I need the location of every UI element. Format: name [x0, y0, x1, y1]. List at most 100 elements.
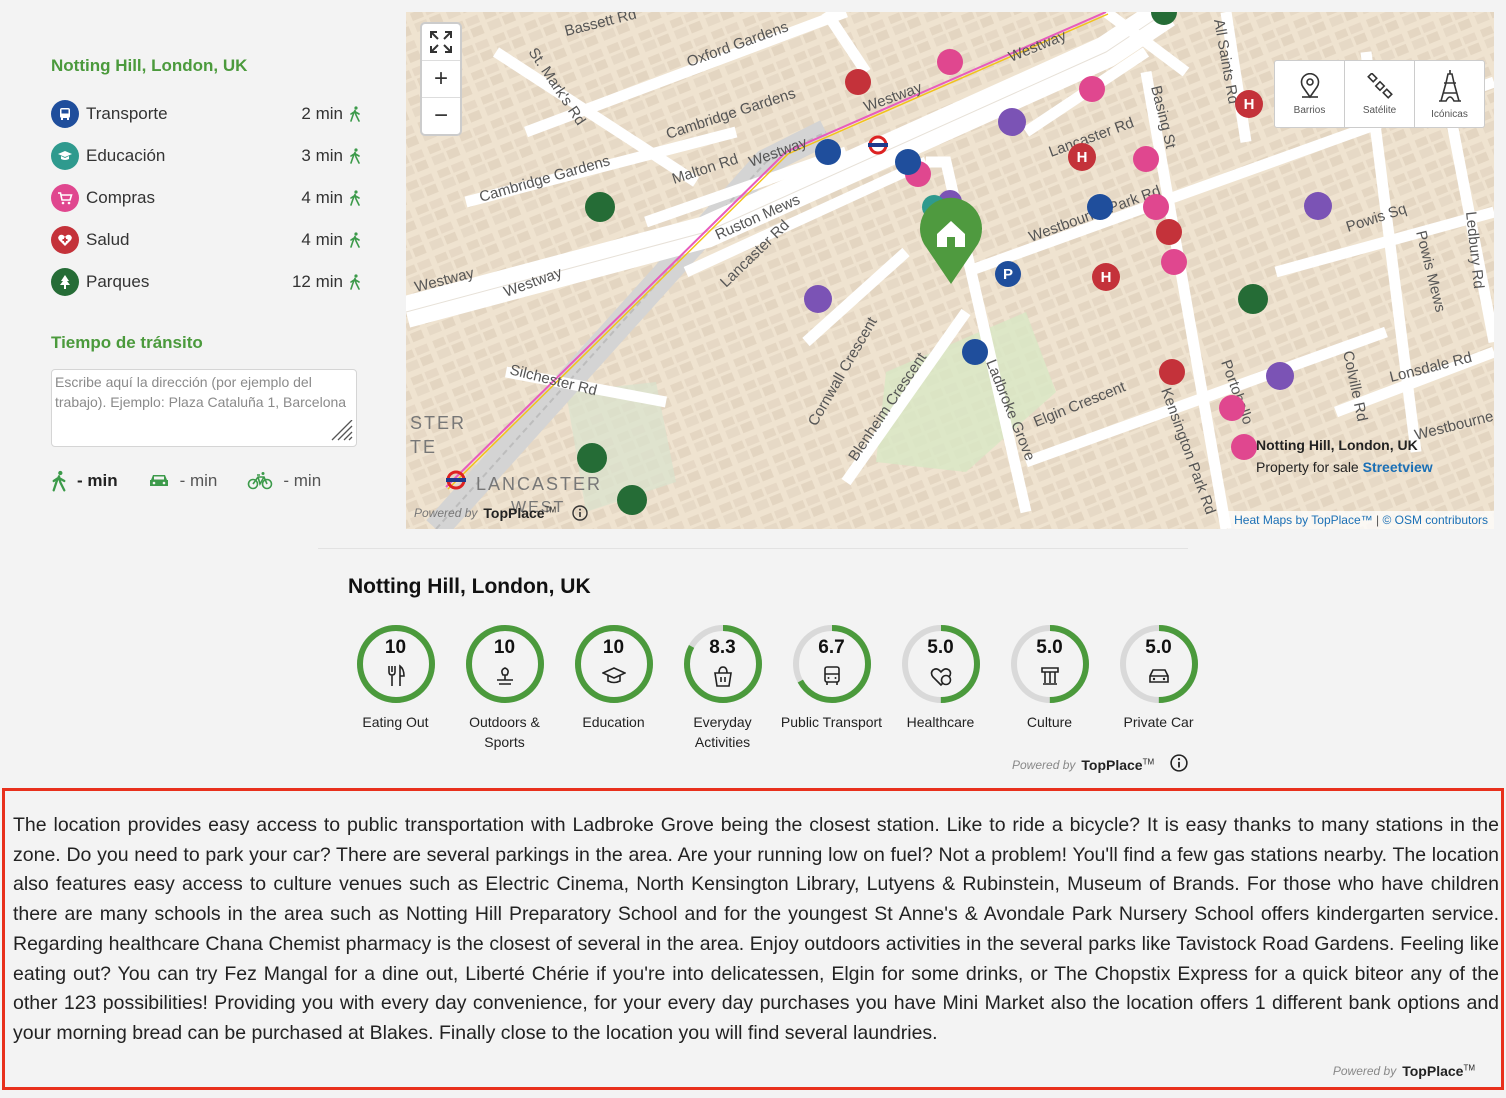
- car-icon: [1148, 669, 1169, 683]
- poi-list: Transporte 2 min Educación 3 min Compras…: [51, 93, 361, 303]
- bike-time: - min: [283, 471, 322, 490]
- description-box: The location provides easy access to pub…: [2, 788, 1504, 1090]
- score-label: Culture: [1026, 714, 1073, 730]
- score-culture[interactable]: 5.0 Culture: [995, 623, 1104, 752]
- score-education[interactable]: 10 Education: [559, 623, 668, 752]
- transit-times: - min - min - min: [51, 470, 361, 492]
- svg-text:H: H: [1101, 269, 1112, 286]
- poi-label: Parques: [86, 272, 150, 291]
- divider: [318, 548, 1188, 549]
- score-value: 5.0: [1036, 637, 1063, 658]
- transit-bike[interactable]: - min: [247, 471, 321, 491]
- poi-row-parques[interactable]: Parques 12 min: [51, 261, 361, 303]
- walking-icon: [349, 190, 361, 206]
- osm-link[interactable]: © OSM contributors: [1382, 513, 1488, 527]
- streetview-link[interactable]: Streetview: [1363, 459, 1433, 475]
- poi-row-transporte[interactable]: Transporte 2 min: [51, 93, 361, 135]
- poi-time: 2 min: [301, 104, 343, 123]
- score-everyday[interactable]: 8.3 Everyday Activities: [668, 623, 777, 752]
- score-value: 10: [602, 637, 625, 658]
- poi-time: 4 min: [301, 188, 343, 207]
- layer-label: Barrios: [1293, 104, 1326, 116]
- brand-name: TopPlace: [1081, 757, 1143, 773]
- layer-barrios[interactable]: Barrios: [1275, 61, 1345, 127]
- score-private-car[interactable]: 5.0 Private Car: [1104, 623, 1213, 752]
- score-value: 8.3: [709, 637, 736, 658]
- score-list: 10 Eating Out 10 Outdoors & Sports 10 Ed…: [341, 623, 1213, 752]
- poi-time: 3 min: [301, 146, 343, 165]
- description-powered-by: Powered by TopPlaceTM: [1333, 1063, 1475, 1079]
- svg-text:H: H: [1244, 96, 1255, 113]
- layer-iconicas[interactable]: Icónicas: [1415, 61, 1484, 127]
- address-input[interactable]: [51, 369, 357, 447]
- area-label: TE: [410, 437, 437, 457]
- score-label: Eating Out: [362, 714, 429, 730]
- svg-text:H: H: [1077, 149, 1088, 166]
- score-value: 5.0: [927, 637, 954, 658]
- tree-icon: [51, 268, 79, 296]
- brand-tm: TM: [544, 505, 557, 515]
- area-label: LANCASTER: [476, 474, 602, 494]
- score-ring: 5.0: [900, 623, 982, 705]
- eiffel-tower-icon: [1438, 69, 1461, 102]
- score-healthcare[interactable]: 5.0 Healthcare: [886, 623, 995, 752]
- brand-name: TopPlace: [1402, 1063, 1464, 1079]
- walk-time: - min: [77, 471, 118, 490]
- location-title: Notting Hill, London, UK: [51, 56, 248, 75]
- info-icon[interactable]: [1170, 754, 1188, 772]
- score-label: Everyday Activities: [693, 714, 752, 750]
- zoom-in-button[interactable]: +: [422, 61, 460, 98]
- score-label: Public Transport: [780, 714, 883, 730]
- score-ring: 5.0: [1009, 623, 1091, 705]
- satellite-icon: [1366, 72, 1393, 99]
- popup-subtitle: Property for sale: [1256, 459, 1359, 475]
- transit-walk[interactable]: - min: [51, 470, 118, 492]
- score-value: 6.7: [818, 637, 845, 658]
- score-public-transport[interactable]: 6.7 Public Transport: [777, 623, 886, 752]
- poi-row-educacion[interactable]: Educación 3 min: [51, 135, 361, 177]
- poi-row-salud[interactable]: Salud 4 min: [51, 219, 361, 261]
- score-ring: 8.3: [682, 623, 764, 705]
- walking-icon: [349, 106, 361, 122]
- layer-satelite[interactable]: Satélite: [1345, 61, 1415, 127]
- outdoors-icon: [496, 667, 513, 685]
- powered-label: Powered by: [414, 506, 478, 520]
- poi-time: 4 min: [301, 230, 343, 249]
- culture-icon: [1040, 667, 1059, 685]
- map-powered-by: Powered by TopPlaceTM: [414, 505, 588, 521]
- fullscreen-icon: [430, 31, 452, 53]
- score-value: 10: [384, 637, 407, 658]
- score-label: Private Car: [1123, 714, 1194, 730]
- score-eating-out[interactable]: 10 Eating Out: [341, 623, 450, 752]
- resize-grip-icon[interactable]: [328, 420, 354, 442]
- heatmaps-link[interactable]: Heat Maps by TopPlace™: [1234, 513, 1373, 527]
- poi-panel: Notting Hill, London, UK Transporte 2 mi…: [51, 40, 361, 492]
- location-pin-icon: [1300, 72, 1319, 98]
- popup-title: Notting Hill, London, UK: [1256, 437, 1418, 453]
- score-ring: 5.0: [1118, 623, 1200, 705]
- map-layer-switcher: Barrios Satélite Icónicas: [1274, 60, 1485, 128]
- score-ring: 10: [355, 623, 437, 705]
- svg-text:P: P: [1003, 266, 1013, 283]
- score-label: Healthcare: [906, 714, 975, 730]
- poi-row-compras[interactable]: Compras 4 min: [51, 177, 361, 219]
- shopping-cart-icon: [51, 184, 79, 212]
- score-ring: 10: [464, 623, 546, 705]
- info-icon[interactable]: [572, 505, 588, 521]
- layer-label: Icónicas: [1431, 108, 1468, 120]
- brand-tm: TM: [1463, 1063, 1475, 1073]
- scores-powered-by: Powered by TopPlaceTM: [1012, 757, 1154, 773]
- map[interactable]: Westway Westway Westway Westway Westway …: [406, 12, 1494, 529]
- zoom-out-button[interactable]: −: [422, 98, 460, 134]
- car-time: - min: [179, 471, 218, 490]
- transit-car[interactable]: - min: [148, 471, 218, 491]
- score-outdoors[interactable]: 10 Outdoors & Sports: [450, 623, 559, 752]
- powered-label: Powered by: [1012, 758, 1076, 772]
- area-label: STER: [410, 413, 466, 433]
- bus-icon: [51, 100, 79, 128]
- poi-label: Compras: [86, 188, 155, 207]
- description-text: The location provides easy access to pub…: [13, 814, 1499, 1044]
- fullscreen-button[interactable]: [422, 24, 460, 61]
- poi-label: Educación: [86, 146, 166, 165]
- powered-label: Powered by: [1332, 1064, 1397, 1078]
